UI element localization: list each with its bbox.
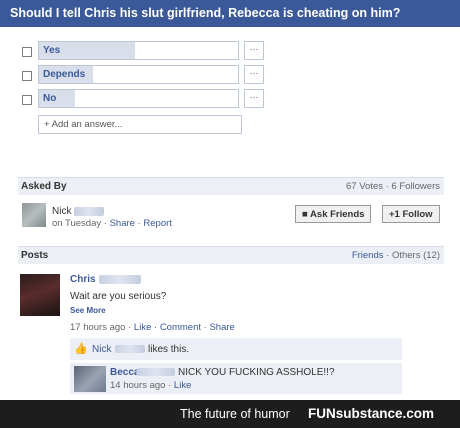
asker-meta: on Tuesday · Share · Report xyxy=(52,218,172,229)
question-title: Should I tell Chris his slut girlfriend,… xyxy=(10,6,401,20)
filter-others[interactable]: Others (12) xyxy=(392,250,440,261)
asker-avatar[interactable] xyxy=(22,203,46,227)
commenter-name-blurred xyxy=(99,275,141,284)
option-checkbox-no[interactable] xyxy=(22,95,32,105)
liker-name-blurred xyxy=(115,345,145,353)
option-no-more-button[interactable]: ··· xyxy=(244,89,264,108)
comment-meta: 17 hours ago · Like · Comment · Share xyxy=(70,322,235,333)
asker-name-blurred xyxy=(74,207,104,216)
option-yes-more-button[interactable]: ··· xyxy=(244,41,264,60)
footer-brand: FUNsubstance.com xyxy=(308,406,435,421)
commenter-name[interactable]: Chris xyxy=(70,274,96,285)
reply-avatar[interactable] xyxy=(74,366,106,392)
likes-text: likes this. xyxy=(148,344,190,355)
reply-author[interactable]: Becca xyxy=(110,367,139,378)
comment-time: 17 hours ago xyxy=(70,322,126,333)
see-more-link[interactable]: See More xyxy=(70,306,106,315)
watermark-footer: The future of humor FUNsubstance.com xyxy=(0,400,460,428)
reply-like-link[interactable]: Like xyxy=(174,380,191,391)
option-depends-more-button[interactable]: ··· xyxy=(244,65,264,84)
option-checkbox-yes[interactable] xyxy=(22,47,32,57)
share-link[interactable]: Share xyxy=(110,218,135,229)
asker-name[interactable]: Nick xyxy=(52,206,71,217)
option-checkbox-depends[interactable] xyxy=(22,71,32,81)
reply-time: 14 hours ago xyxy=(110,380,166,391)
follow-label: Follow xyxy=(402,209,433,220)
liker-name[interactable]: Nick xyxy=(92,344,111,355)
option-yes-label: Yes xyxy=(43,45,61,56)
reply-meta: 14 hours ago · Like xyxy=(110,380,191,391)
posts-header: Posts Friends · Others (12) xyxy=(18,246,444,264)
asked-day: on Tuesday xyxy=(52,218,102,229)
share-comment-link[interactable]: Share xyxy=(209,322,234,333)
ask-friends-button[interactable]: ■ Ask Friends xyxy=(295,205,372,223)
ask-friends-label: Ask Friends xyxy=(310,209,365,220)
posts-label: Posts xyxy=(21,250,49,261)
follow-button[interactable]: +1 Follow xyxy=(382,205,440,223)
asked-by-label: Asked By xyxy=(21,181,67,192)
filter-friends[interactable]: Friends xyxy=(352,250,384,261)
vote-stats: 67 Votes · 6 Followers xyxy=(346,181,440,192)
option-depends-label: Depends xyxy=(43,69,86,80)
speech-bubble-icon: ■ xyxy=(302,209,308,220)
option-yes[interactable]: Yes xyxy=(38,41,239,60)
like-link[interactable]: Like xyxy=(134,322,151,333)
plus-one-icon: +1 xyxy=(389,209,400,220)
reply-box: Becca NICK YOU FUCKING ASSHOLE!!? 14 hou… xyxy=(70,362,402,394)
likes-bar: 👍 Nick likes this. xyxy=(70,338,402,360)
report-link[interactable]: Report xyxy=(143,218,172,229)
asked-by-header: Asked By 67 Votes · 6 Followers xyxy=(18,177,444,195)
posts-filter: Friends · Others (12) xyxy=(352,250,440,261)
option-no-label: No xyxy=(43,93,57,104)
reply-text: NICK YOU FUCKING ASSHOLE!!? xyxy=(178,367,335,378)
option-no[interactable]: No xyxy=(38,89,239,108)
reply-author-blurred xyxy=(137,368,175,376)
option-depends[interactable]: Depends xyxy=(38,65,239,84)
add-answer-input[interactable]: + Add an answer... xyxy=(38,115,242,134)
commenter-avatar[interactable] xyxy=(20,274,60,316)
question-bar: Should I tell Chris his slut girlfriend,… xyxy=(0,0,460,27)
comment-link[interactable]: Comment xyxy=(160,322,201,333)
thumbs-up-icon: 👍 xyxy=(74,343,88,355)
comment-text: Wait are you serious? xyxy=(70,291,167,302)
footer-tagline: The future of humor xyxy=(180,407,290,421)
